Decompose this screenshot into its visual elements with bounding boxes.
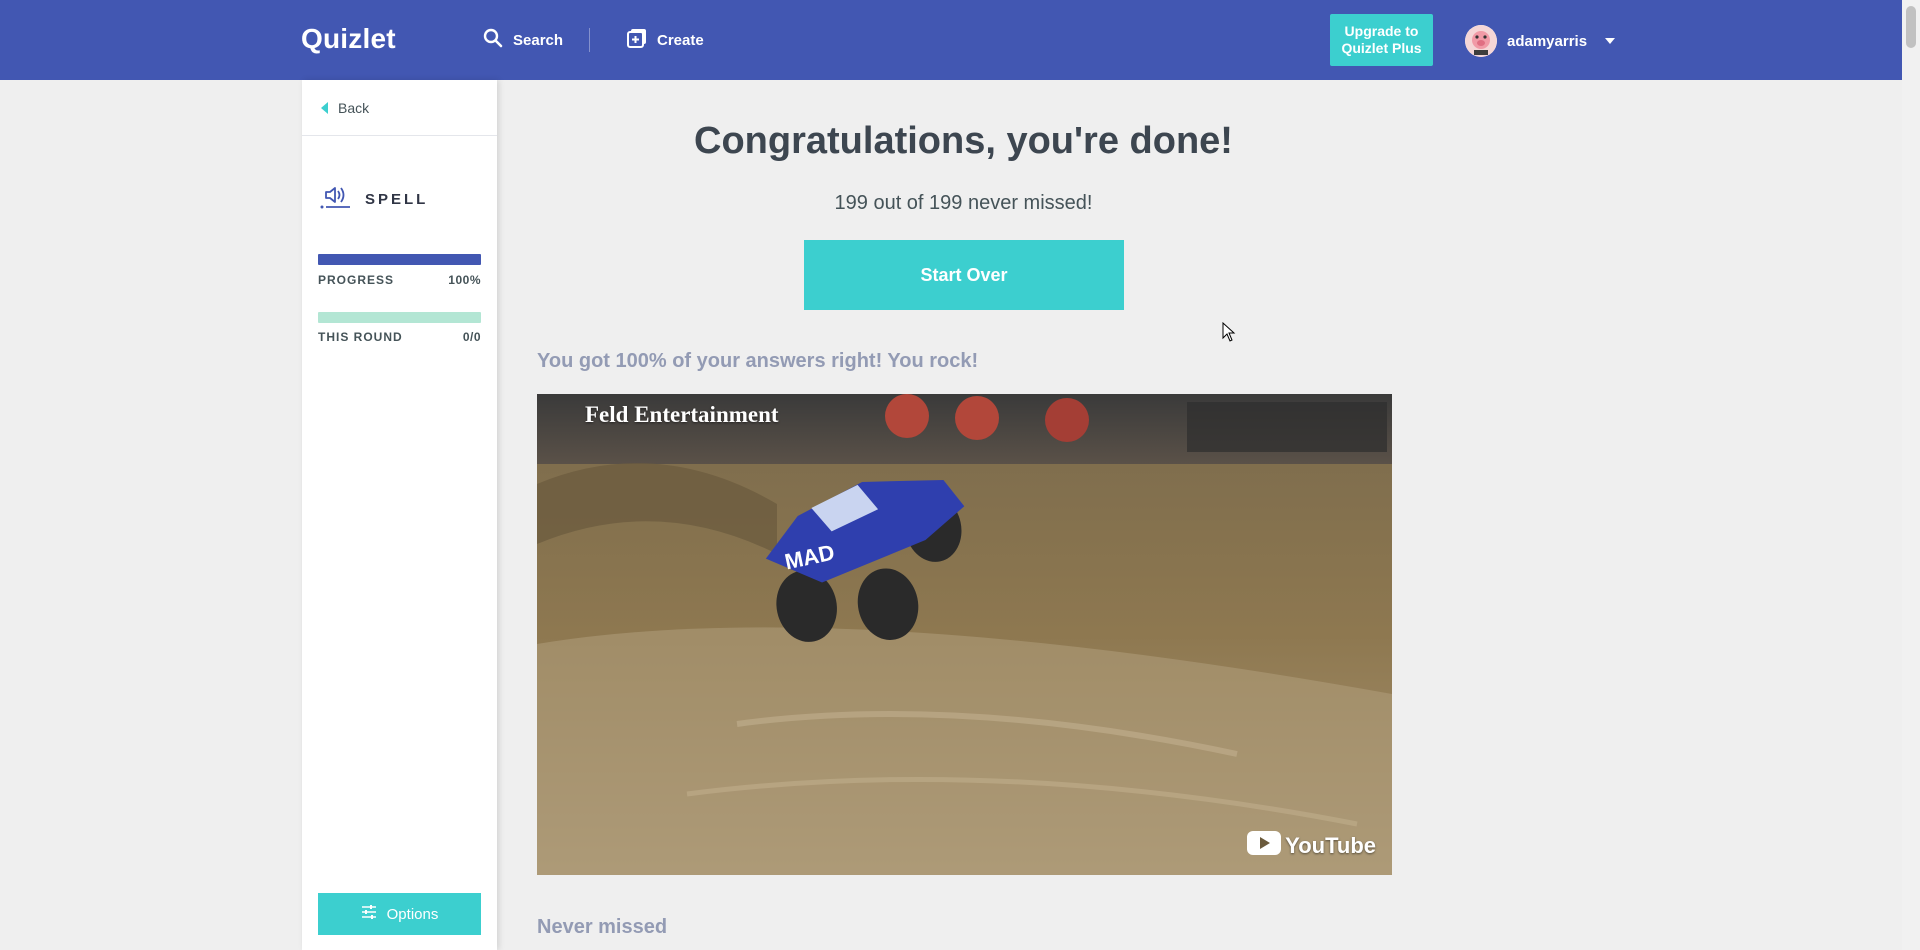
username: adamyarris bbox=[1507, 32, 1588, 50]
mouse-cursor-icon bbox=[1222, 321, 1236, 347]
avatar bbox=[1465, 25, 1497, 57]
upgrade-line1: Upgrade to bbox=[1344, 23, 1419, 39]
speaker-icon bbox=[320, 184, 352, 215]
chevron-down-icon bbox=[1605, 38, 1616, 44]
back-button[interactable]: Back bbox=[302, 80, 497, 136]
top-navbar: Quizlet Search Create Upgrade to Quizlet… bbox=[0, 0, 1902, 80]
progress-bar bbox=[318, 254, 481, 265]
result-message: You got 100% of your answers right! You … bbox=[537, 350, 979, 372]
back-label: Back bbox=[338, 99, 370, 116]
page-scrollbar[interactable] bbox=[1902, 0, 1920, 950]
page-title: Congratulations, you're done! bbox=[694, 120, 1233, 162]
youtube-badge[interactable]: YouTube bbox=[1247, 831, 1376, 861]
study-sidebar: Back SPELL PROGRESS 100% THIS ROUND 0/0 … bbox=[302, 80, 497, 950]
never-missed-heading: Never missed bbox=[537, 916, 668, 938]
scrollbar-thumb[interactable] bbox=[1906, 6, 1916, 48]
progress-row: PROGRESS 100% bbox=[318, 273, 481, 287]
search-icon bbox=[483, 28, 503, 52]
search-label: Search bbox=[513, 31, 564, 49]
options-label: Options bbox=[386, 905, 439, 923]
video-caption: Feld Entertainment bbox=[585, 402, 779, 427]
youtube-play-icon bbox=[1247, 831, 1282, 861]
progress-label: PROGRESS bbox=[318, 273, 395, 287]
options-button[interactable]: Options bbox=[318, 893, 481, 935]
result-summary: 199 out of 199 never missed! bbox=[834, 192, 1093, 214]
youtube-label: YouTube bbox=[1285, 833, 1376, 858]
round-row: THIS ROUND 0/0 bbox=[318, 330, 481, 344]
upgrade-line2: Quizlet Plus bbox=[1341, 40, 1422, 56]
upgrade-button[interactable]: Upgrade to Quizlet Plus bbox=[1330, 14, 1433, 66]
progress-value: 100% bbox=[448, 273, 481, 287]
back-arrow-icon bbox=[321, 101, 328, 114]
create-label: Create bbox=[657, 31, 704, 49]
start-over-button[interactable]: Start Over bbox=[804, 240, 1124, 310]
create-button[interactable]: Create bbox=[627, 28, 704, 52]
round-value: 0/0 bbox=[462, 330, 481, 344]
study-mode: SPELL bbox=[320, 184, 428, 215]
search-button[interactable]: Search bbox=[483, 28, 563, 52]
round-bar bbox=[318, 312, 481, 323]
create-icon bbox=[627, 28, 647, 52]
round-label: THIS ROUND bbox=[318, 330, 403, 344]
sliders-icon bbox=[361, 905, 377, 923]
mode-label: SPELL bbox=[365, 191, 429, 208]
user-menu[interactable]: adamyarris bbox=[1465, 24, 1616, 58]
nav-divider bbox=[589, 28, 590, 52]
quizlet-logo[interactable]: Quizlet bbox=[301, 23, 396, 55]
celebration-video[interactable]: MAD Feld Entertainment YouTube bbox=[537, 394, 1392, 875]
